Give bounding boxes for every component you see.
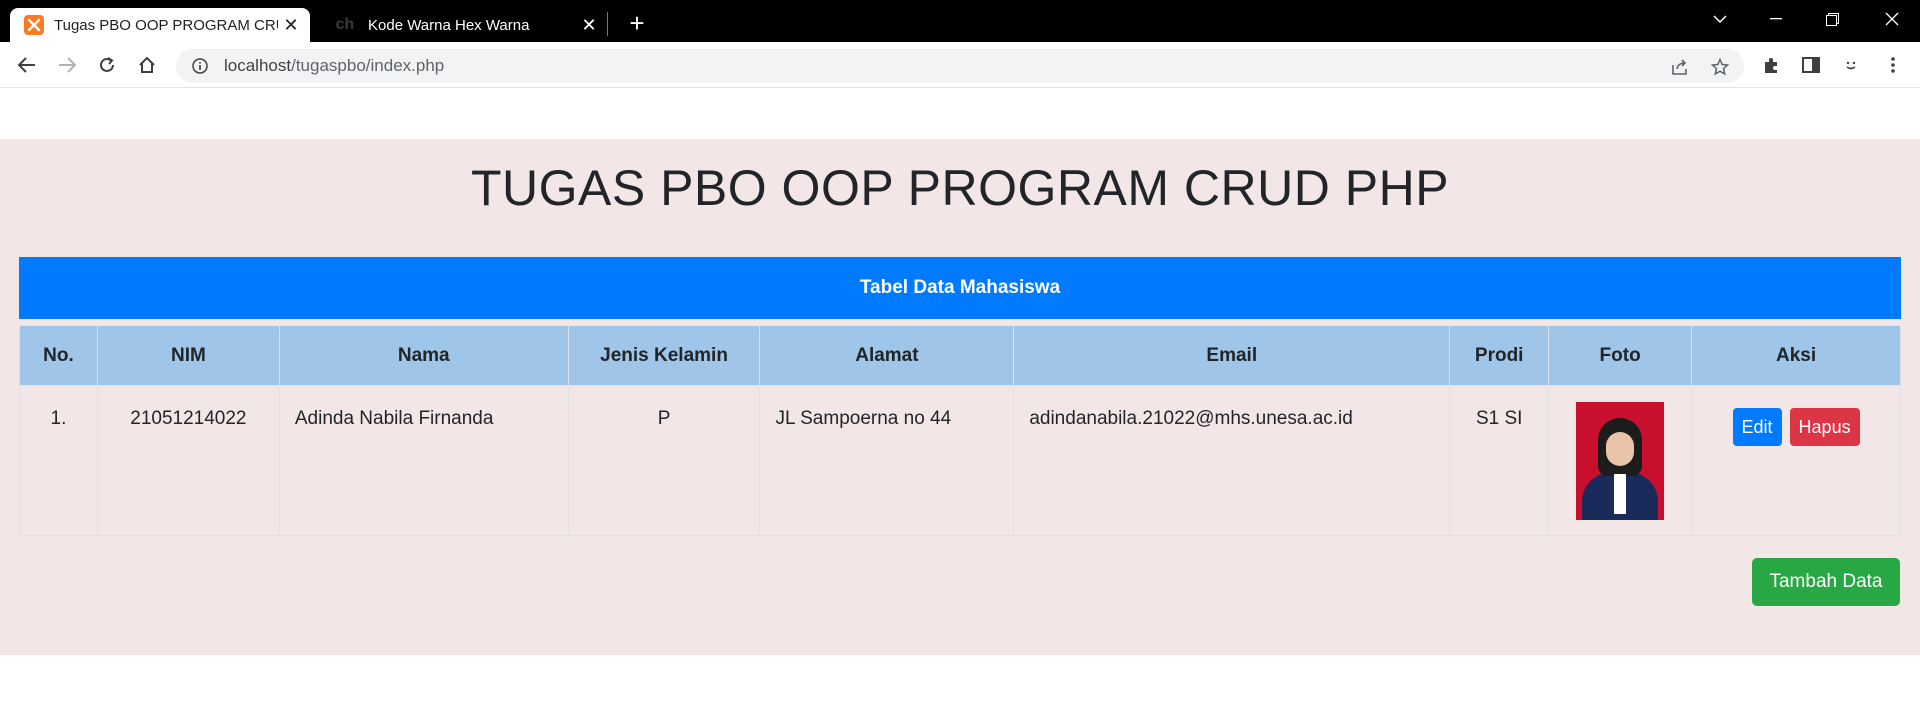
- student-photo: [1576, 402, 1665, 520]
- tab-close-icon[interactable]: ✕: [576, 12, 602, 38]
- browser-toolbar: localhost/tugaspbo/index.php: [0, 42, 1920, 88]
- column-header: Aksi: [1691, 325, 1901, 386]
- tab-title: Tugas PBO OOP PROGRAM CRUD PHP: [54, 16, 278, 34]
- url-host: localhost: [224, 56, 292, 75]
- column-header: Alamat: [759, 325, 1015, 386]
- site-info-icon[interactable]: [188, 58, 212, 74]
- cell-prodi: S1 SI: [1449, 385, 1550, 536]
- share-icon[interactable]: [1666, 53, 1694, 81]
- reload-icon[interactable]: [92, 50, 122, 80]
- browser-tabstrip: Tugas PBO OOP PROGRAM CRUD PHP ✕ ch Kode…: [0, 0, 1920, 42]
- tab-separator: [607, 12, 608, 36]
- url-text: localhost/tugaspbo/index.php: [224, 56, 444, 76]
- new-tab-icon[interactable]: +: [622, 8, 652, 38]
- address-bar[interactable]: localhost/tugaspbo/index.php: [176, 49, 1744, 83]
- menu-kebab-icon[interactable]: [1878, 50, 1908, 80]
- table-row: 1. 21051214022 Adinda Nabila Firnanda P …: [19, 385, 1901, 536]
- column-header: NIM: [96, 325, 280, 386]
- column-header: Jenis Kelamin: [567, 325, 761, 386]
- home-icon[interactable]: [132, 50, 162, 80]
- page-content: TUGAS PBO OOP PROGRAM CRUD PHP Tabel Dat…: [0, 89, 1920, 706]
- forward-icon[interactable]: [52, 50, 82, 80]
- cell-alamat: JL Sampoerna no 44: [759, 385, 1015, 536]
- page-title: TUGAS PBO OOP PROGRAM CRUD PHP: [470, 160, 1450, 216]
- column-header: Email: [1013, 325, 1451, 386]
- column-header: Foto: [1548, 325, 1693, 386]
- cell-nama: Adinda Nabila Firnanda: [278, 385, 569, 536]
- mahasiswa-table: No. NIM Nama Jenis Kelamin Alamat Email …: [19, 325, 1901, 536]
- xampp-icon: [24, 15, 44, 35]
- edit-button[interactable]: Edit: [1732, 408, 1782, 446]
- bookmark-star-icon[interactable]: [1706, 53, 1734, 81]
- cell-jenis-kelamin: P: [567, 385, 761, 536]
- cell-aksi: Edit Hapus: [1691, 385, 1901, 536]
- tab-close-icon[interactable]: ✕: [278, 12, 304, 38]
- ch-favicon-icon: ch: [335, 16, 355, 33]
- tab-search-chevron-icon[interactable]: [1692, 0, 1748, 38]
- cell-no: 1.: [19, 385, 98, 536]
- browser-tab-active[interactable]: Tugas PBO OOP PROGRAM CRUD PHP ✕: [10, 8, 310, 42]
- browser-tab-inactive[interactable]: ch Kode Warna Hex Warna ✕: [318, 8, 608, 42]
- extensions-puzzle-icon[interactable]: [1756, 50, 1786, 80]
- jumbotron: TUGAS PBO OOP PROGRAM CRUD PHP Tabel Dat…: [0, 139, 1920, 655]
- back-icon[interactable]: [12, 50, 42, 80]
- cell-foto: [1548, 385, 1693, 536]
- table-header-row: No. NIM Nama Jenis Kelamin Alamat Email …: [19, 325, 1901, 386]
- tab-title: Kode Warna Hex Warna: [368, 16, 530, 34]
- cell-nim: 21051214022: [96, 385, 280, 536]
- minimize-icon[interactable]: [1748, 0, 1804, 38]
- url-path: /tugaspbo/index.php: [291, 56, 445, 75]
- profile-icon[interactable]: [1836, 50, 1866, 80]
- cell-email: adindanabila.21022@mhs.unesa.ac.id: [1013, 385, 1451, 536]
- restore-icon[interactable]: [1804, 0, 1860, 38]
- column-header: No.: [19, 325, 98, 386]
- table-title-bar: Tabel Data Mahasiswa: [19, 257, 1901, 319]
- hapus-button[interactable]: Hapus: [1789, 408, 1860, 446]
- tambah-data-button[interactable]: Tambah Data: [1752, 558, 1900, 606]
- side-panel-icon[interactable]: [1796, 50, 1826, 80]
- column-header: Nama: [278, 325, 569, 386]
- column-header: Prodi: [1449, 325, 1550, 386]
- close-window-icon[interactable]: [1864, 0, 1920, 38]
